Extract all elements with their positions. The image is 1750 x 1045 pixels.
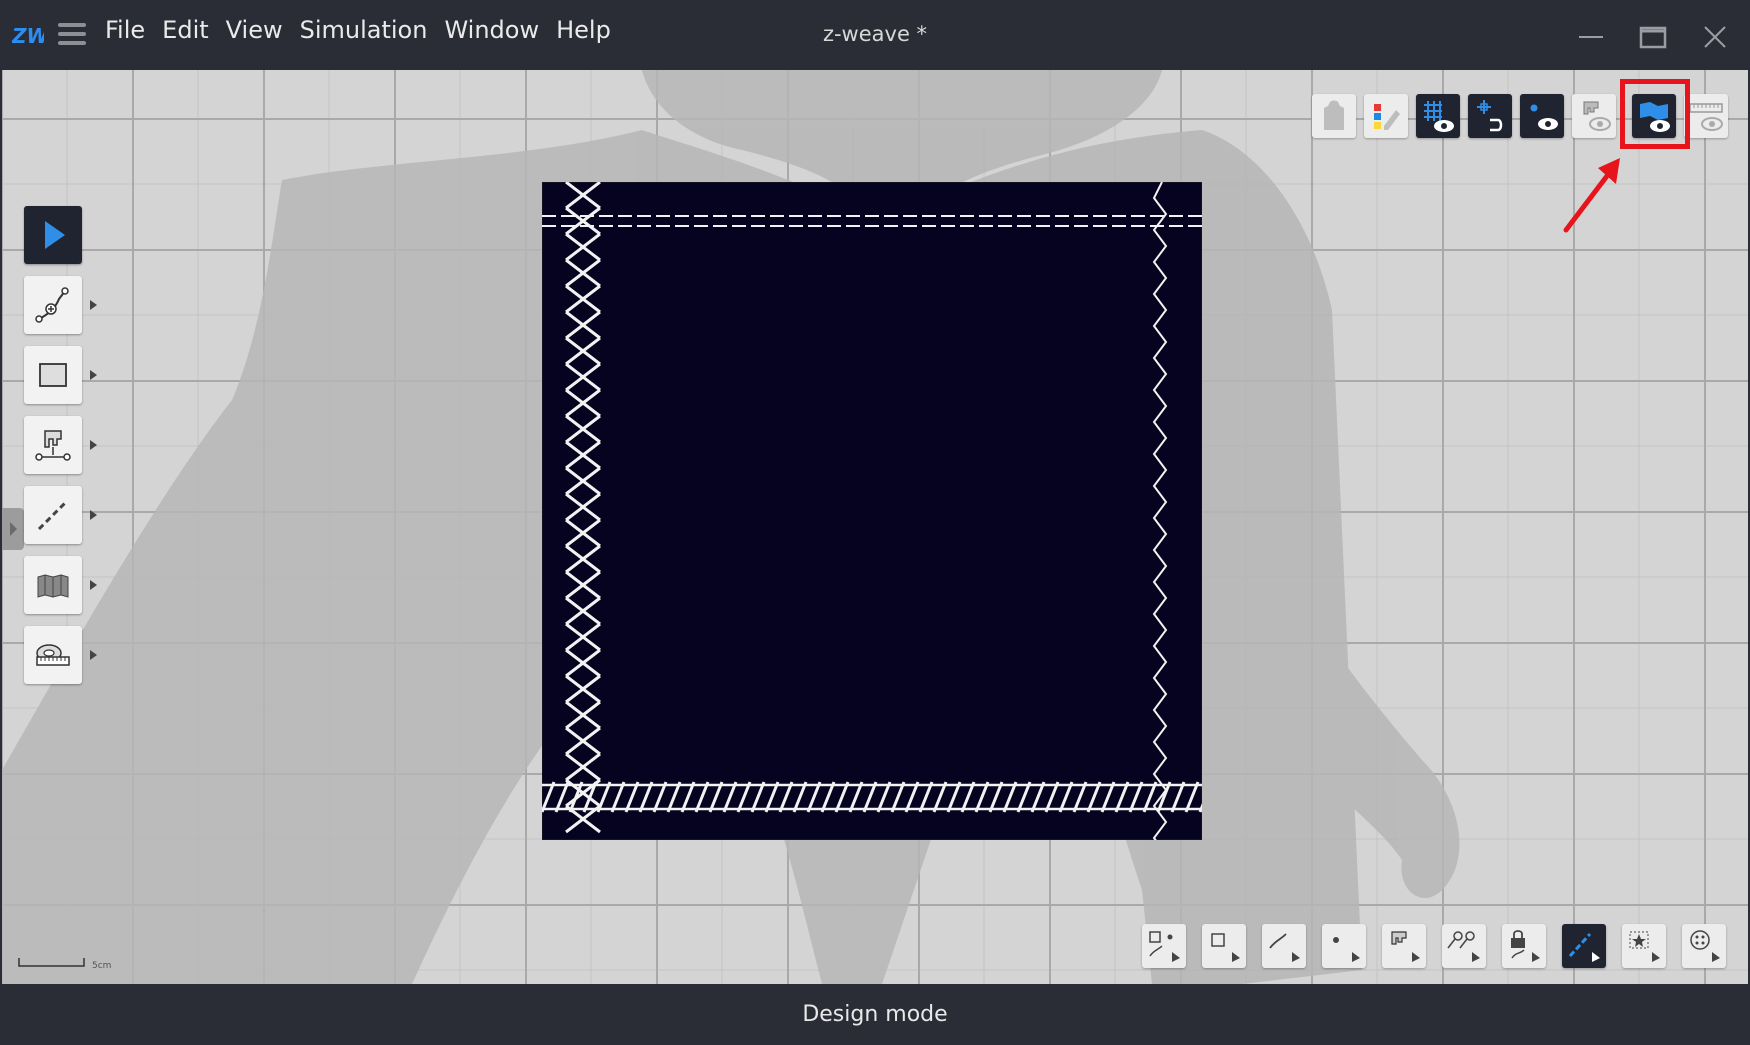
point-eye-icon (1530, 104, 1558, 130)
avatar-icon (1324, 100, 1344, 130)
button-icon (1690, 930, 1720, 962)
avatar-visibility-button[interactable] (1312, 94, 1356, 138)
curve-point-icon (35, 287, 69, 323)
menu-bar: File Edit View Simulation Window Help (105, 14, 628, 46)
grid-visibility-button[interactable] (1416, 94, 1460, 138)
ruler-eye-icon (1689, 103, 1723, 131)
rectangle-tool-expand[interactable] (90, 370, 97, 380)
grid-eye-icon (1424, 101, 1454, 132)
dashed-line-icon (37, 499, 69, 531)
pin-icon (1447, 931, 1480, 962)
shape-filter-button[interactable] (1202, 924, 1246, 968)
svg-text:ZW: ZW (12, 24, 44, 48)
seam-tool-expand[interactable] (90, 510, 97, 520)
shape-point-curve-icon (1149, 931, 1180, 962)
scale-label: 5cm (92, 961, 112, 971)
menu-simulation[interactable]: Simulation (300, 14, 428, 46)
panel-expand-handle[interactable] (2, 508, 24, 550)
snap-point-eye-icon (1477, 100, 1503, 132)
app-logo-icon: ZW (12, 24, 44, 48)
color-swatch-icon (1374, 104, 1400, 130)
menu-help[interactable]: Help (556, 14, 611, 46)
pleat-tool[interactable] (24, 556, 82, 614)
tape-measure-icon (36, 644, 70, 666)
annotation-arrow-icon (1563, 158, 1620, 233)
square-icon (1211, 933, 1240, 962)
menu-window[interactable]: Window (444, 14, 539, 46)
sewing-tool[interactable] (24, 416, 82, 474)
rectangle-tool[interactable] (24, 346, 82, 404)
title-bar: ZW File Edit View Simulation Window Help… (0, 0, 1750, 70)
pleat-tool-expand[interactable] (90, 580, 97, 590)
ruler-visibility-button[interactable] (1684, 94, 1728, 138)
button-filter-button[interactable] (1682, 924, 1726, 968)
dot-icon (1333, 937, 1360, 962)
measure-tool[interactable] (24, 626, 82, 684)
sewing-visibility-button[interactable] (1572, 94, 1616, 138)
point-filter-button[interactable] (1322, 924, 1366, 968)
maximize-icon[interactable] (1636, 20, 1670, 54)
menu-view[interactable]: View (226, 14, 283, 46)
mode-label: Design mode (802, 1002, 948, 1027)
hamburger-menu-icon[interactable] (58, 20, 86, 48)
select-all-filter-button[interactable] (1142, 924, 1186, 968)
menu-edit[interactable]: Edit (162, 14, 208, 46)
rectangle-icon (39, 363, 67, 387)
pleat-icon (37, 574, 69, 598)
fabric-pattern[interactable] (542, 182, 1202, 840)
pattern-canvas[interactable]: 5cm (2, 70, 1748, 984)
status-bar: Design mode (0, 984, 1750, 1045)
lock-filter-button[interactable] (1502, 924, 1546, 968)
seam-line-tool[interactable] (24, 486, 82, 544)
pin-filter-button[interactable] (1442, 924, 1486, 968)
color-visibility-button[interactable] (1364, 94, 1408, 138)
sewing-eye-icon (1583, 101, 1611, 131)
sewing-icon (1391, 931, 1420, 962)
measure-tool-expand[interactable] (90, 650, 97, 660)
select-tool[interactable] (24, 206, 82, 264)
seam-filter-button[interactable] (1562, 924, 1606, 968)
point-visibility-button[interactable] (1520, 94, 1564, 138)
window-title: z-weave * (822, 22, 928, 46)
symbol-filter-button[interactable] (1622, 924, 1666, 968)
sewing-filter-button[interactable] (1382, 924, 1426, 968)
lock-icon (1511, 930, 1540, 962)
close-icon[interactable] (1698, 20, 1732, 54)
curve-filter-button[interactable] (1262, 924, 1306, 968)
curve-tool-expand[interactable] (90, 300, 97, 310)
curve-icon (1269, 933, 1300, 962)
highlight-box (1620, 79, 1690, 149)
curve-edit-tool[interactable] (24, 276, 82, 334)
sewing-tool-expand[interactable] (90, 440, 97, 450)
snap-visibility-button[interactable] (1468, 94, 1512, 138)
star-box-icon (1629, 931, 1660, 962)
minimize-icon[interactable] (1574, 20, 1608, 54)
seam-line-icon (1568, 932, 1600, 962)
arrow-pointer-icon (45, 221, 65, 249)
menu-file[interactable]: File (105, 14, 145, 46)
sewing-machine-icon (35, 430, 71, 461)
